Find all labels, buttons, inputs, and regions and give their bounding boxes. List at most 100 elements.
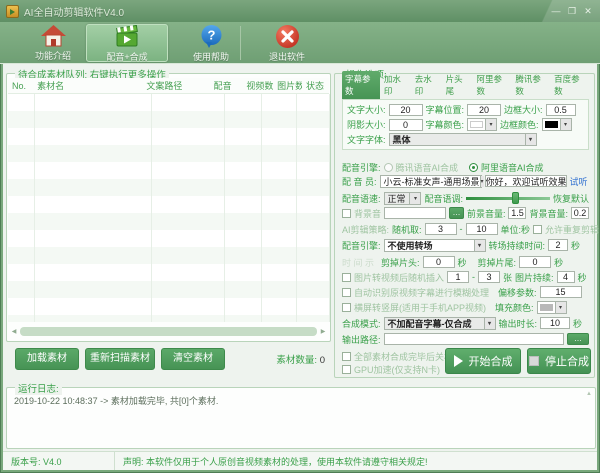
- maximize-icon[interactable]: ❐: [564, 0, 580, 22]
- slider-track: [466, 197, 550, 200]
- output-browse-button[interactable]: …: [567, 333, 589, 345]
- preview-link[interactable]: 试听: [570, 175, 588, 188]
- clip-min-input[interactable]: [425, 223, 457, 235]
- slider-handle[interactable]: [512, 192, 519, 204]
- horizontal-scrollbar[interactable]: ◀ ▶: [10, 325, 327, 337]
- output-duration-input[interactable]: [540, 317, 570, 329]
- transition-duration-input[interactable]: [548, 239, 568, 251]
- toolbar-item-intro[interactable]: 功能介绍: [24, 24, 82, 62]
- clear-material-button[interactable]: 清空素材: [161, 348, 225, 370]
- dropdown-arrow-icon: ▾: [560, 119, 571, 130]
- output-path-input[interactable]: [384, 333, 564, 345]
- dropdown-arrow-icon: ▾: [555, 302, 566, 313]
- outline-color-picker[interactable]: ▾: [542, 118, 572, 131]
- bgm-browse-button[interactable]: …: [449, 207, 464, 219]
- radio-ali-engine[interactable]: [469, 163, 478, 172]
- column-divider: [34, 94, 35, 322]
- bg-volume-input[interactable]: [571, 207, 589, 219]
- tab-ali-params[interactable]: 阿里参数: [473, 71, 511, 99]
- font-value: 黑体: [393, 133, 411, 146]
- offset-param-input[interactable]: [540, 286, 582, 298]
- scrollbar-thumb[interactable]: [20, 327, 317, 336]
- voice-speed-label: 配音语速:: [342, 192, 381, 205]
- shutdown-checkbox[interactable]: [342, 352, 351, 361]
- preview-text-input[interactable]: [485, 175, 567, 187]
- allow-repeat-checkbox[interactable]: [533, 225, 542, 234]
- options-panel: 操作选项: 字幕参数 加水印 去水印 片头尾 阿里参数 腾讯参数 百度参数 文字…: [334, 73, 595, 378]
- subtitle-position-input[interactable]: [467, 104, 501, 116]
- tab-intro-outro[interactable]: 片头尾: [443, 71, 473, 99]
- toolbar-item-help[interactable]: ? 使用帮助: [182, 24, 240, 62]
- column-header[interactable]: 图片数: [273, 79, 302, 92]
- column-header[interactable]: 视频数: [242, 79, 273, 92]
- range-dash: -: [472, 272, 475, 282]
- log-panel: 运行日志: 2019-10-22 10:48:37 -> 素材加载完毕, 共[0…: [6, 387, 596, 449]
- gpu-checkbox[interactable]: [342, 365, 351, 374]
- column-header[interactable]: 状态: [302, 79, 329, 92]
- clip-max-input[interactable]: [466, 223, 498, 235]
- toolbar-item-dub-compose[interactable]: 配音+合成: [86, 24, 168, 62]
- column-header[interactable]: 配音: [210, 79, 243, 92]
- close-icon[interactable]: ✕: [580, 0, 596, 22]
- font-select[interactable]: 黑体 ▾: [389, 133, 537, 146]
- start-compose-button[interactable]: 开始合成: [445, 348, 521, 374]
- reset-default-link[interactable]: 恢复默认: [553, 192, 589, 205]
- column-header[interactable]: No.: [8, 81, 33, 91]
- tab-remove-watermark[interactable]: 去水印: [412, 71, 442, 99]
- outline-size-input[interactable]: [546, 104, 576, 116]
- image-insert-unit: 张: [503, 271, 512, 284]
- queue-table-body[interactable]: [8, 94, 329, 322]
- scroll-right-icon[interactable]: ▶: [319, 328, 327, 335]
- tab-baidu-params[interactable]: 百度参数: [551, 71, 589, 99]
- image-insert-max-input[interactable]: [478, 271, 500, 283]
- text-size-input[interactable]: [389, 104, 423, 116]
- output-path-row: 输出路径: …: [342, 332, 589, 346]
- load-material-button[interactable]: 加载素材: [15, 348, 79, 370]
- rotate-checkbox[interactable]: [342, 303, 351, 312]
- tencent-engine-label: 腾讯语音AI合成: [396, 161, 459, 174]
- stop-compose-button[interactable]: 停止合成: [527, 348, 591, 374]
- compose-mode-select[interactable]: 不加配音字幕-仅合成 ▾: [384, 317, 496, 330]
- scroll-left-icon[interactable]: ◀: [10, 328, 18, 335]
- bgm-path-input[interactable]: [384, 207, 446, 219]
- tab-subtitle-params[interactable]: 字幕参数: [342, 71, 380, 99]
- pitch-slider[interactable]: [466, 192, 550, 204]
- radio-tencent-engine[interactable]: [384, 163, 393, 172]
- status-bar: 版本号: V4.0 声明: 本软件仅用于个人原创音视频素材的处理，使用本软件请遵…: [3, 451, 597, 470]
- subtitle-color-picker[interactable]: ▾: [467, 118, 497, 131]
- ali-engine-label: 阿里语音AI合成: [481, 161, 544, 174]
- material-count-value: 0: [320, 355, 325, 366]
- image-duration-label: 图片持续:: [515, 271, 554, 284]
- transition-select[interactable]: 不使用转场 ▾: [384, 239, 486, 252]
- start-compose-label: 开始合成: [469, 353, 513, 369]
- subtitle-blur-row: 自动识别原视频字幕进行模糊处理 偏移参数:: [342, 285, 589, 299]
- material-count: 素材数量: 0: [276, 352, 325, 366]
- voice-actor-select[interactable]: 小云-标准女声-通用场景 ▾: [380, 175, 482, 188]
- clapperboard-icon: [113, 25, 141, 49]
- fg-volume-input[interactable]: [508, 207, 526, 219]
- voice-speed-select[interactable]: 正常 ▾: [384, 192, 422, 205]
- queue-panel: 待合成素材队列: 右键执行更多操作 No. 素材名 文案路径 配音 视频数 图片…: [6, 73, 331, 342]
- toolbar-item-exit[interactable]: 退出软件: [258, 24, 316, 62]
- tab-add-watermark[interactable]: 加水印: [381, 71, 411, 99]
- subtitle-params-panel: 文字大小: 字幕位置: 边框大小: 阴影大小: 字幕颜色: ▾ 边框颜色:: [342, 99, 589, 150]
- trim-tail-input[interactable]: [519, 256, 551, 268]
- bgm-checkbox[interactable]: [342, 209, 351, 218]
- rotate-row: 横屏转竖屏(适用于手机APP视频) 填充颜色: ▾: [342, 300, 589, 314]
- range-dash: -: [460, 224, 463, 234]
- image-duration-input[interactable]: [557, 271, 575, 283]
- shadow-size-input[interactable]: [389, 119, 423, 131]
- trim-head-input[interactable]: [423, 256, 455, 268]
- fill-color-picker[interactable]: ▾: [537, 301, 567, 314]
- subtitle-blur-checkbox[interactable]: [342, 288, 351, 297]
- image-insert-checkbox[interactable]: [342, 273, 351, 282]
- toolbar: 功能介绍 配音+合成: [0, 22, 600, 64]
- tab-tencent-params[interactable]: 腾讯参数: [512, 71, 550, 99]
- help-icon: ?: [199, 24, 224, 49]
- scroll-up-icon[interactable]: ▲: [586, 391, 592, 397]
- image-insert-min-input[interactable]: [447, 271, 469, 283]
- minimize-icon[interactable]: —: [548, 0, 564, 22]
- column-header[interactable]: 文案路径: [142, 79, 209, 92]
- rescan-material-button[interactable]: 重新扫描素材: [85, 348, 155, 370]
- column-header[interactable]: 素材名: [33, 79, 142, 92]
